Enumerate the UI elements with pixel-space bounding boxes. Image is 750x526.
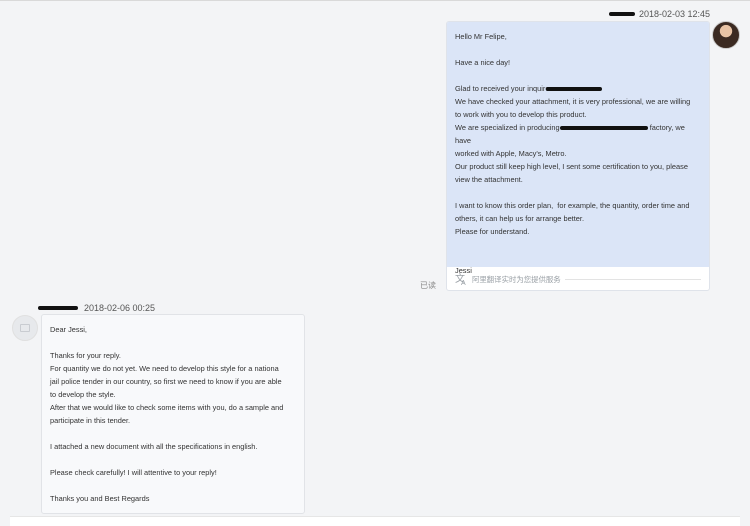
message-line: ​ <box>455 251 701 264</box>
message-line: to work with you to develop this product… <box>455 110 587 119</box>
message-line: ​ <box>50 479 296 492</box>
message-line: to develop the style. <box>50 390 116 399</box>
message-line: Please check carefully! I will attentive… <box>50 468 217 477</box>
avatar[interactable] <box>12 315 38 341</box>
message-text: Glad to received your inquire on <box>455 84 560 93</box>
divider <box>564 279 701 280</box>
translate-icon: 文A <box>455 274 466 287</box>
read-status: 已读 <box>420 281 436 290</box>
message-line: Have a nice day! <box>455 58 511 67</box>
message-line: We are specialized in producing factory,… <box>455 121 701 147</box>
message-line: Our product still keep high level, I sen… <box>455 162 688 171</box>
message-line: After that we would like to check some i… <box>50 403 284 412</box>
avatar[interactable] <box>712 21 740 49</box>
message-line: Thanks you and Best Regards <box>50 494 150 503</box>
avatar-placeholder-icon <box>20 324 30 332</box>
outgoing-header: 2018-02-03 12:45 <box>608 9 710 19</box>
redacted-text <box>559 126 648 131</box>
message-line: jail police tender in our country, so fi… <box>50 377 282 386</box>
message-line: others, it can help us for arrange bette… <box>455 214 585 223</box>
message-line: ​ <box>50 453 296 466</box>
message-line: view the attachment. <box>455 175 523 184</box>
message-line: Dear Jessi, <box>50 325 87 334</box>
message-line: ​ <box>455 69 701 82</box>
redacted-text <box>545 87 602 92</box>
message-input-area[interactable] <box>10 516 740 526</box>
message-line: I attached a new document with all the s… <box>50 442 258 451</box>
message-line: worked with Apple, Macy's, Metro. <box>455 149 567 158</box>
message-line: ​ <box>455 43 701 56</box>
chat-window: 2018-02-03 12:45 Hello Mr Felipe, ​ Have… <box>0 0 750 526</box>
outgoing-timestamp: 2018-02-03 12:45 <box>638 9 710 19</box>
message-line: ​ <box>50 336 296 349</box>
incoming-timestamp: 2018-02-06 00:25 <box>84 303 156 313</box>
message-line: Thanks for your reply. <box>50 351 121 360</box>
message-line: ​ <box>455 238 701 251</box>
redacted-sender-name <box>608 12 635 16</box>
message-line: Hello Mr Felipe, <box>455 32 507 41</box>
message-line: Please for understand. <box>455 227 530 236</box>
redacted-sender-name <box>38 306 78 310</box>
message-line: participate in this tender. <box>50 416 131 425</box>
outgoing-message-bubble: Hello Mr Felipe, ​ Have a nice day! ​ Gl… <box>446 21 710 291</box>
message-line: I want to know this order plan, for exam… <box>455 201 690 210</box>
translation-bar[interactable]: 文A 阿里翻译实时为您提供服务 <box>447 267 709 290</box>
message-line: Glad to received your inquire on <box>455 82 701 95</box>
message-text: We are specialized in producing <box>455 123 560 132</box>
message-line: We have checked your attachment, it is v… <box>455 97 691 106</box>
incoming-header: 2018-02-06 00:25 <box>38 303 155 313</box>
message-line: ​ <box>455 186 701 199</box>
outgoing-message-body: Hello Mr Felipe, ​ Have a nice day! ​ Gl… <box>447 22 709 275</box>
translation-service-text: 阿里翻译实时为您提供服务 <box>472 275 561 284</box>
message-line: ​ <box>50 427 296 440</box>
message-line: For quantity we do not yet. We need to d… <box>50 364 279 373</box>
incoming-message-bubble: Dear Jessi, ​ Thanks for your reply. For… <box>41 314 305 514</box>
